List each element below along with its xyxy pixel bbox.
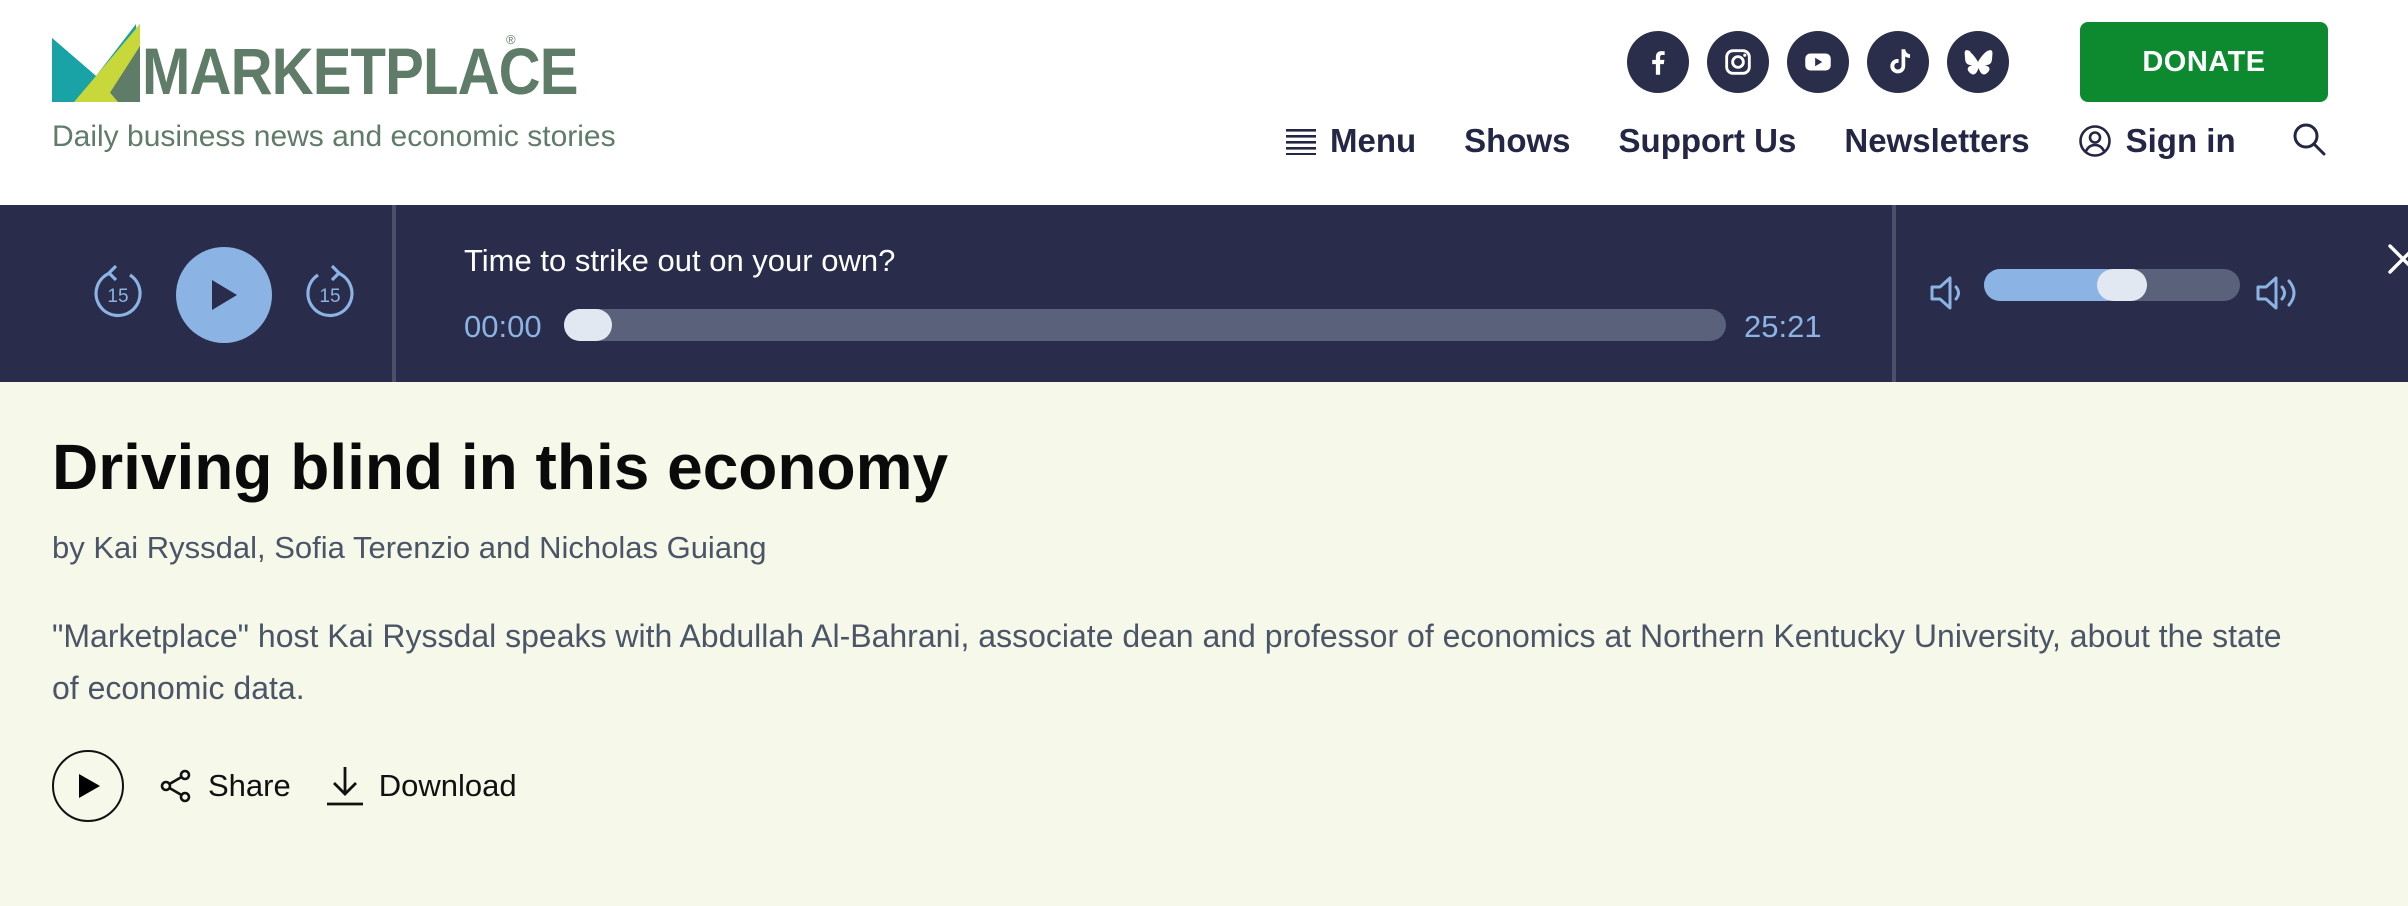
logo-wordmark: MARKETPLACE <box>142 34 578 108</box>
bluesky-link[interactable] <box>1947 31 2009 93</box>
volume-low-icon <box>1930 276 1960 310</box>
skip-back-label: 15 <box>107 286 128 307</box>
episode-actions: Share Download <box>52 750 517 822</box>
instagram-link[interactable] <box>1707 31 1769 93</box>
search-button[interactable] <box>2290 120 2330 160</box>
site-tagline: Daily business news and economic stories <box>52 120 616 153</box>
share-label: Share <box>208 768 291 803</box>
search-icon <box>2293 123 2326 156</box>
byline: by Kai Ryssdal, Sofia Terenzio and Nicho… <box>52 530 767 565</box>
progress-bar[interactable] <box>564 309 1726 341</box>
episode-article: Driving blind in this economy by Kai Rys… <box>0 382 2408 906</box>
facebook-icon <box>1652 51 1665 75</box>
hamburger-icon <box>1286 129 1316 155</box>
episode-summary: "Marketplace" host Kai Ryssdal speaks wi… <box>52 618 2282 706</box>
nav-support-us[interactable]: Support Us <box>1619 122 1797 160</box>
episode-play-button[interactable] <box>52 750 124 822</box>
facebook-link[interactable] <box>1627 31 1689 93</box>
skip-back-button[interactable]: 15 <box>88 263 148 323</box>
main-play-button[interactable] <box>176 247 272 343</box>
registered-mark: ® <box>506 32 516 47</box>
social-links <box>1627 31 2009 93</box>
share-button[interactable]: Share <box>158 768 291 804</box>
sign-in-link[interactable]: Sign in <box>2078 122 2236 160</box>
donate-button[interactable]: DONATE <box>2080 22 2328 102</box>
play-icon <box>79 774 100 798</box>
user-icon <box>2078 125 2111 157</box>
nav-newsletters[interactable]: Newsletters <box>1844 122 2029 160</box>
youtube-link[interactable] <box>1787 31 1849 93</box>
total-duration: 25:21 <box>1744 309 1822 344</box>
youtube-icon <box>1805 53 1831 71</box>
instagram-icon <box>1725 49 1751 75</box>
skip-forward-label: 15 <box>319 286 340 307</box>
download-button[interactable]: Download <box>325 765 517 807</box>
volume-controls <box>1892 205 2408 382</box>
download-icon <box>326 767 363 806</box>
rewind-15-icon: 15 <box>94 264 142 318</box>
nav-shows[interactable]: Shows <box>1464 122 1570 160</box>
volume-handle[interactable] <box>2097 269 2147 301</box>
logo-mark-icon <box>52 24 140 102</box>
bluesky-icon <box>1964 50 1993 75</box>
tiktok-icon <box>1890 49 1911 74</box>
audio-player-bar: 15 15 Time to strike out on your own? 00… <box>0 205 2408 382</box>
tiktok-link[interactable] <box>1867 31 1929 93</box>
share-icon <box>160 769 191 803</box>
volume-down-button[interactable] <box>1926 271 1970 315</box>
download-label: Download <box>378 768 517 803</box>
sign-in-label: Sign in <box>2125 122 2236 159</box>
close-icon <box>2388 244 2408 274</box>
track-title: Time to strike out on your own? <box>464 243 896 278</box>
menu-button[interactable]: Menu <box>1286 122 1416 160</box>
site-header: MARKETPLACE ® Daily business news and ec… <box>0 0 2408 205</box>
close-player-button[interactable] <box>2386 240 2408 276</box>
volume-high-icon <box>2256 276 2296 310</box>
progress-handle[interactable] <box>564 309 612 341</box>
skip-forward-button[interactable]: 15 <box>300 263 360 323</box>
playback-controls: 15 15 <box>0 205 396 382</box>
volume-up-button[interactable] <box>2254 271 2306 315</box>
volume-slider[interactable] <box>1984 269 2240 301</box>
play-icon <box>212 280 237 310</box>
current-time: 00:00 <box>464 309 542 344</box>
page-title: Driving blind in this economy <box>52 431 949 503</box>
main-navigation: Menu Shows Support Us Newsletters Sign i… <box>1286 118 2284 164</box>
menu-label: Menu <box>1330 122 1417 159</box>
forward-15-icon: 15 <box>306 264 354 318</box>
marketplace-logo[interactable]: MARKETPLACE <box>52 12 637 108</box>
